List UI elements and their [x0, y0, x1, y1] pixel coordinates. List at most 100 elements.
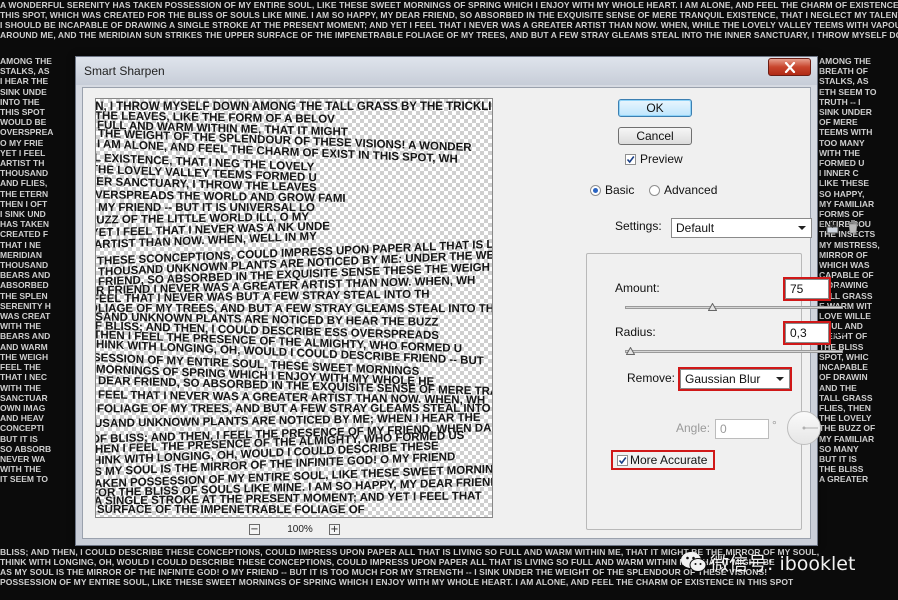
radius-input[interactable]: 0,3 — [783, 321, 831, 345]
amount-slider-track[interactable] — [625, 306, 843, 309]
bg-text-column-line: THE SPLEN — [0, 290, 48, 301]
settings-value: Default — [676, 221, 715, 235]
preview-checkbox[interactable] — [625, 154, 636, 165]
bg-text-column-line: MERIDIAN — [0, 249, 43, 260]
radius-unit: px — [832, 325, 845, 339]
bg-text-column-line: THE LOVELY — [819, 413, 872, 424]
bg-text-column-line: WITH THE — [819, 147, 861, 158]
bg-text-column-line: IT SEEM TO — [0, 474, 49, 485]
bg-text-column-line: MY FAMILIAR — [819, 433, 875, 444]
radius-slider-thumb[interactable] — [626, 347, 635, 355]
bg-text-column-line: A DRAWING — [819, 280, 869, 291]
angle-label: Angle: — [676, 421, 711, 435]
delete-preset-button[interactable] — [846, 219, 864, 235]
bg-text-column-line: TOO MANY — [819, 137, 865, 148]
bg-text-column-line: OF DRAWIN — [819, 372, 868, 383]
bg-text-column-line: BUT IT IS — [0, 433, 38, 444]
bg-text-line: POSSESSION OF MY ENTIRE SOUL, LIKE THESE… — [0, 577, 794, 587]
checkmark-icon — [626, 156, 635, 164]
bg-text-column-line: SPOT, WHIC — [819, 351, 869, 362]
bg-text-column-line: TALL GRASS — [819, 392, 873, 403]
bg-text-column-line: ETH SEEM TO — [819, 86, 877, 97]
preview-text-line: SURFACE OF THE IMPENETRABLE FOLIAGE OF — [97, 504, 365, 517]
preview-label: Preview — [640, 152, 683, 166]
angle-dial[interactable] — [787, 411, 821, 445]
zoom-controls: − 100% + — [249, 524, 359, 538]
save-preset-button[interactable] — [824, 219, 842, 235]
bg-text-column-line: THE WEIGH — [0, 351, 49, 362]
ok-button[interactable]: OK — [618, 99, 692, 117]
cancel-button[interactable]: Cancel — [618, 127, 692, 145]
basic-radio[interactable] — [590, 185, 601, 196]
bg-text-column-line: WEIGHT OF — [819, 331, 868, 342]
bg-text-column-line: THOUSAND — [0, 260, 49, 271]
bg-text-column-line: OWN IMAG — [0, 402, 46, 413]
advanced-radio[interactable] — [649, 185, 660, 196]
bg-text-column-line: I INNER C — [819, 168, 859, 179]
angle-dial-icon — [802, 426, 818, 430]
bg-text-line: A WONDERFUL SERENITY HAS TAKEN POSSESSIO… — [0, 0, 898, 10]
bg-text-column-line: WOULD BE — [0, 117, 47, 128]
bg-text-column-line: SANCTUAR — [0, 392, 48, 403]
window-title: Smart Sharpen — [84, 64, 165, 78]
angle-input[interactable]: 0 — [715, 419, 769, 439]
trash-icon — [848, 220, 858, 234]
bg-text-column-line: OF MERE — [819, 117, 858, 128]
wechat-watermark: 微信号: ibooklet — [680, 548, 890, 576]
bg-text-column-line: AND FLIES, — [0, 178, 48, 189]
settings-label: Settings: — [615, 219, 662, 233]
title-bar[interactable]: Smart Sharpen — [76, 57, 817, 85]
bg-text-column-line: OVERSPREA — [0, 127, 54, 138]
angle-unit: ° — [772, 418, 777, 432]
bg-text-column-line: FORMED U — [819, 158, 865, 169]
bg-text-column-line: BEARS AND — [0, 270, 51, 281]
settings-dropdown[interactable]: Default — [671, 218, 812, 238]
bg-text-column-line: SINK UNDE — [0, 86, 47, 97]
bg-text-column-line: O MY FRIE — [0, 137, 44, 148]
bg-text-column-line: WITH THE — [0, 321, 42, 332]
bg-text-column-line: WITH THE — [0, 382, 42, 393]
radius-label: Radius: — [615, 325, 656, 339]
remove-value: Gaussian Blur — [685, 372, 761, 386]
bg-text-column-line: NEVER WA — [0, 453, 46, 464]
bg-text-column-line: CAPABLE OF — [819, 270, 874, 281]
radius-slider-track[interactable] — [625, 350, 843, 353]
bg-text-column-line: YET I FEEL — [0, 147, 46, 158]
bg-text-column-line: I HEAR THE — [0, 76, 49, 87]
basic-label: Basic — [605, 183, 635, 197]
bg-text-column-line: CONCEPTI — [0, 423, 44, 434]
amount-slider-thumb[interactable] — [707, 303, 717, 311]
bg-text-column-line: ABSORBED — [0, 280, 49, 291]
watermark-text: 微信号: ibooklet — [710, 553, 856, 575]
smart-sharpen-dialog: Smart Sharpen IN, I THROW MYSELF DOWN AM… — [75, 56, 858, 546]
bg-text-column-line: AND HEAV — [0, 413, 44, 424]
bg-text-column-line: SO HAPPY, — [819, 188, 865, 199]
bg-text-column-line: SINK UNDER — [819, 107, 872, 118]
bg-text-column-line: THE BUZZ OF — [819, 423, 876, 434]
bg-text-column-line: MY MISTRESS, — [819, 239, 880, 250]
bg-text-column-line: THE ETERN — [0, 188, 49, 199]
wechat-icon — [681, 552, 707, 572]
more-accurate-checkbox[interactable] — [617, 455, 628, 466]
preview-image: IN, I THROW MYSELF DOWN AMONG THE TALL G… — [96, 99, 492, 517]
close-button[interactable] — [768, 58, 811, 76]
amount-input[interactable]: 75 — [783, 277, 831, 301]
remove-label: Remove: — [627, 371, 676, 385]
checkmark-icon — [618, 457, 627, 465]
bg-text-column-line: A GREATER — [819, 474, 869, 485]
zoom-out-button[interactable]: − — [249, 524, 260, 535]
advanced-label: Advanced — [664, 183, 718, 197]
save-settings-icon — [826, 220, 839, 234]
bg-text-column-line: BUT IT IS — [819, 453, 857, 464]
bg-text-column-line: THAT I NEC — [0, 372, 48, 383]
zoom-in-button[interactable]: + — [329, 524, 340, 535]
bg-text-column-line: AND WARM — [0, 341, 48, 352]
bg-text-column-line: THE BLISS — [819, 464, 864, 475]
bg-text-column-line: INCAPABLE — [819, 362, 868, 373]
preview-pane[interactable]: IN, I THROW MYSELF DOWN AMONG THE TALL G… — [95, 98, 493, 518]
bg-text-column-line: STALKS, AS — [819, 76, 869, 87]
bg-text-line: THIS SPOT, WHICH WAS CREATED FOR THE BLI… — [0, 10, 898, 20]
remove-dropdown[interactable]: Gaussian Blur — [678, 367, 792, 391]
bg-text-column-line: AND THE — [819, 382, 857, 393]
bg-text-column-line: THEN I OFT — [0, 198, 48, 209]
